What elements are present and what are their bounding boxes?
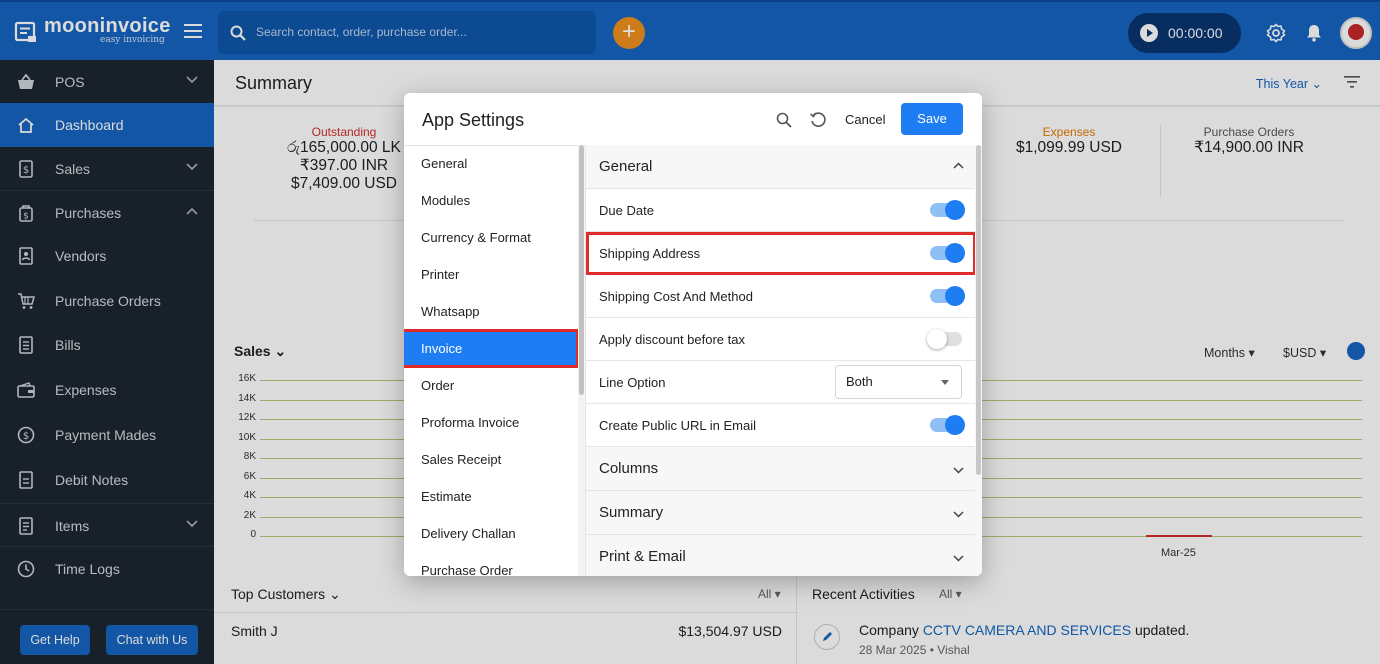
menu-scrollbar[interactable] — [578, 145, 585, 576]
section-title: General — [599, 158, 653, 175]
settings-menu-invoice[interactable]: Invoice — [404, 329, 578, 368]
settings-menu-modules[interactable]: Modules — [404, 182, 578, 219]
setting-label: Shipping Address — [599, 246, 701, 261]
setting-label: Line Option — [599, 375, 666, 390]
setting-label: Create Public URL in Email — [599, 418, 757, 433]
settings-menu-printer[interactable]: Printer — [404, 256, 578, 293]
setting-label: Shipping Cost And Method — [599, 289, 753, 304]
chevron-down-icon — [953, 467, 964, 474]
settings-menu-currency-format[interactable]: Currency & Format — [404, 219, 578, 256]
save-button[interactable]: Save — [901, 103, 963, 135]
section-summary[interactable]: Summary — [586, 491, 975, 535]
settings-menu-order[interactable]: Order — [404, 367, 578, 404]
section-title: Columns — [599, 460, 659, 477]
settings-menu-purchase-order[interactable]: Purchase Order — [404, 552, 578, 576]
caret-down-icon — [941, 380, 949, 385]
toggle-knob — [945, 286, 965, 306]
setting-line-option: Line Option Both — [586, 361, 975, 404]
settings-menu: General Modules Currency & Format Printe… — [404, 145, 578, 576]
scrollbar-thumb[interactable] — [579, 145, 584, 395]
settings-menu-general[interactable]: General — [404, 145, 578, 182]
toggle-knob — [945, 200, 965, 220]
settings-menu-proforma-invoice[interactable]: Proforma Invoice — [404, 404, 578, 441]
select-value: Both — [846, 374, 873, 389]
setting-due-date: Due Date — [586, 189, 975, 232]
settings-menu-whatsapp[interactable]: Whatsapp — [404, 293, 578, 330]
settings-scrollbar[interactable] — [975, 145, 982, 576]
app-settings-dialog: App Settings Cancel Save General Modules… — [404, 93, 982, 576]
settings-menu-sales-receipt[interactable]: Sales Receipt — [404, 441, 578, 478]
chevron-up-icon — [953, 162, 964, 169]
setting-label: Apply discount before tax — [599, 332, 745, 347]
shipping-cost-toggle[interactable] — [930, 286, 965, 306]
section-general[interactable]: General — [586, 145, 975, 189]
reset-icon[interactable] — [809, 111, 827, 129]
setting-shipping-address: Shipping Address — [586, 232, 975, 275]
chevron-down-icon — [953, 555, 964, 562]
section-title: Summary — [599, 504, 664, 521]
search-icon[interactable] — [776, 112, 792, 128]
section-title: Print & Email — [599, 548, 686, 565]
public-url-toggle[interactable] — [930, 415, 965, 435]
cancel-button[interactable]: Cancel — [845, 112, 885, 127]
setting-label: Due Date — [599, 203, 654, 218]
apply-discount-toggle[interactable] — [927, 329, 962, 349]
setting-create-public-url: Create Public URL in Email — [586, 404, 975, 447]
settings-menu-delivery-challan[interactable]: Delivery Challan — [404, 515, 578, 552]
due-date-toggle[interactable] — [930, 200, 965, 220]
chevron-down-icon — [953, 511, 964, 518]
scrollbar-thumb[interactable] — [976, 145, 981, 475]
line-option-select[interactable]: Both — [835, 365, 962, 399]
toggle-knob — [945, 243, 965, 263]
setting-shipping-cost-method: Shipping Cost And Method — [586, 275, 975, 318]
section-print-email[interactable]: Print & Email — [586, 535, 975, 576]
toggle-knob — [927, 329, 947, 349]
toggle-knob — [945, 415, 965, 435]
setting-apply-discount-before-tax: Apply discount before tax — [586, 318, 975, 361]
settings-menu-estimate[interactable]: Estimate — [404, 478, 578, 515]
shipping-address-toggle[interactable] — [930, 243, 965, 263]
settings-panel: General Due Date Shipping Address Shippi… — [585, 145, 975, 576]
dialog-title: App Settings — [422, 110, 525, 130]
section-columns[interactable]: Columns — [586, 447, 975, 491]
